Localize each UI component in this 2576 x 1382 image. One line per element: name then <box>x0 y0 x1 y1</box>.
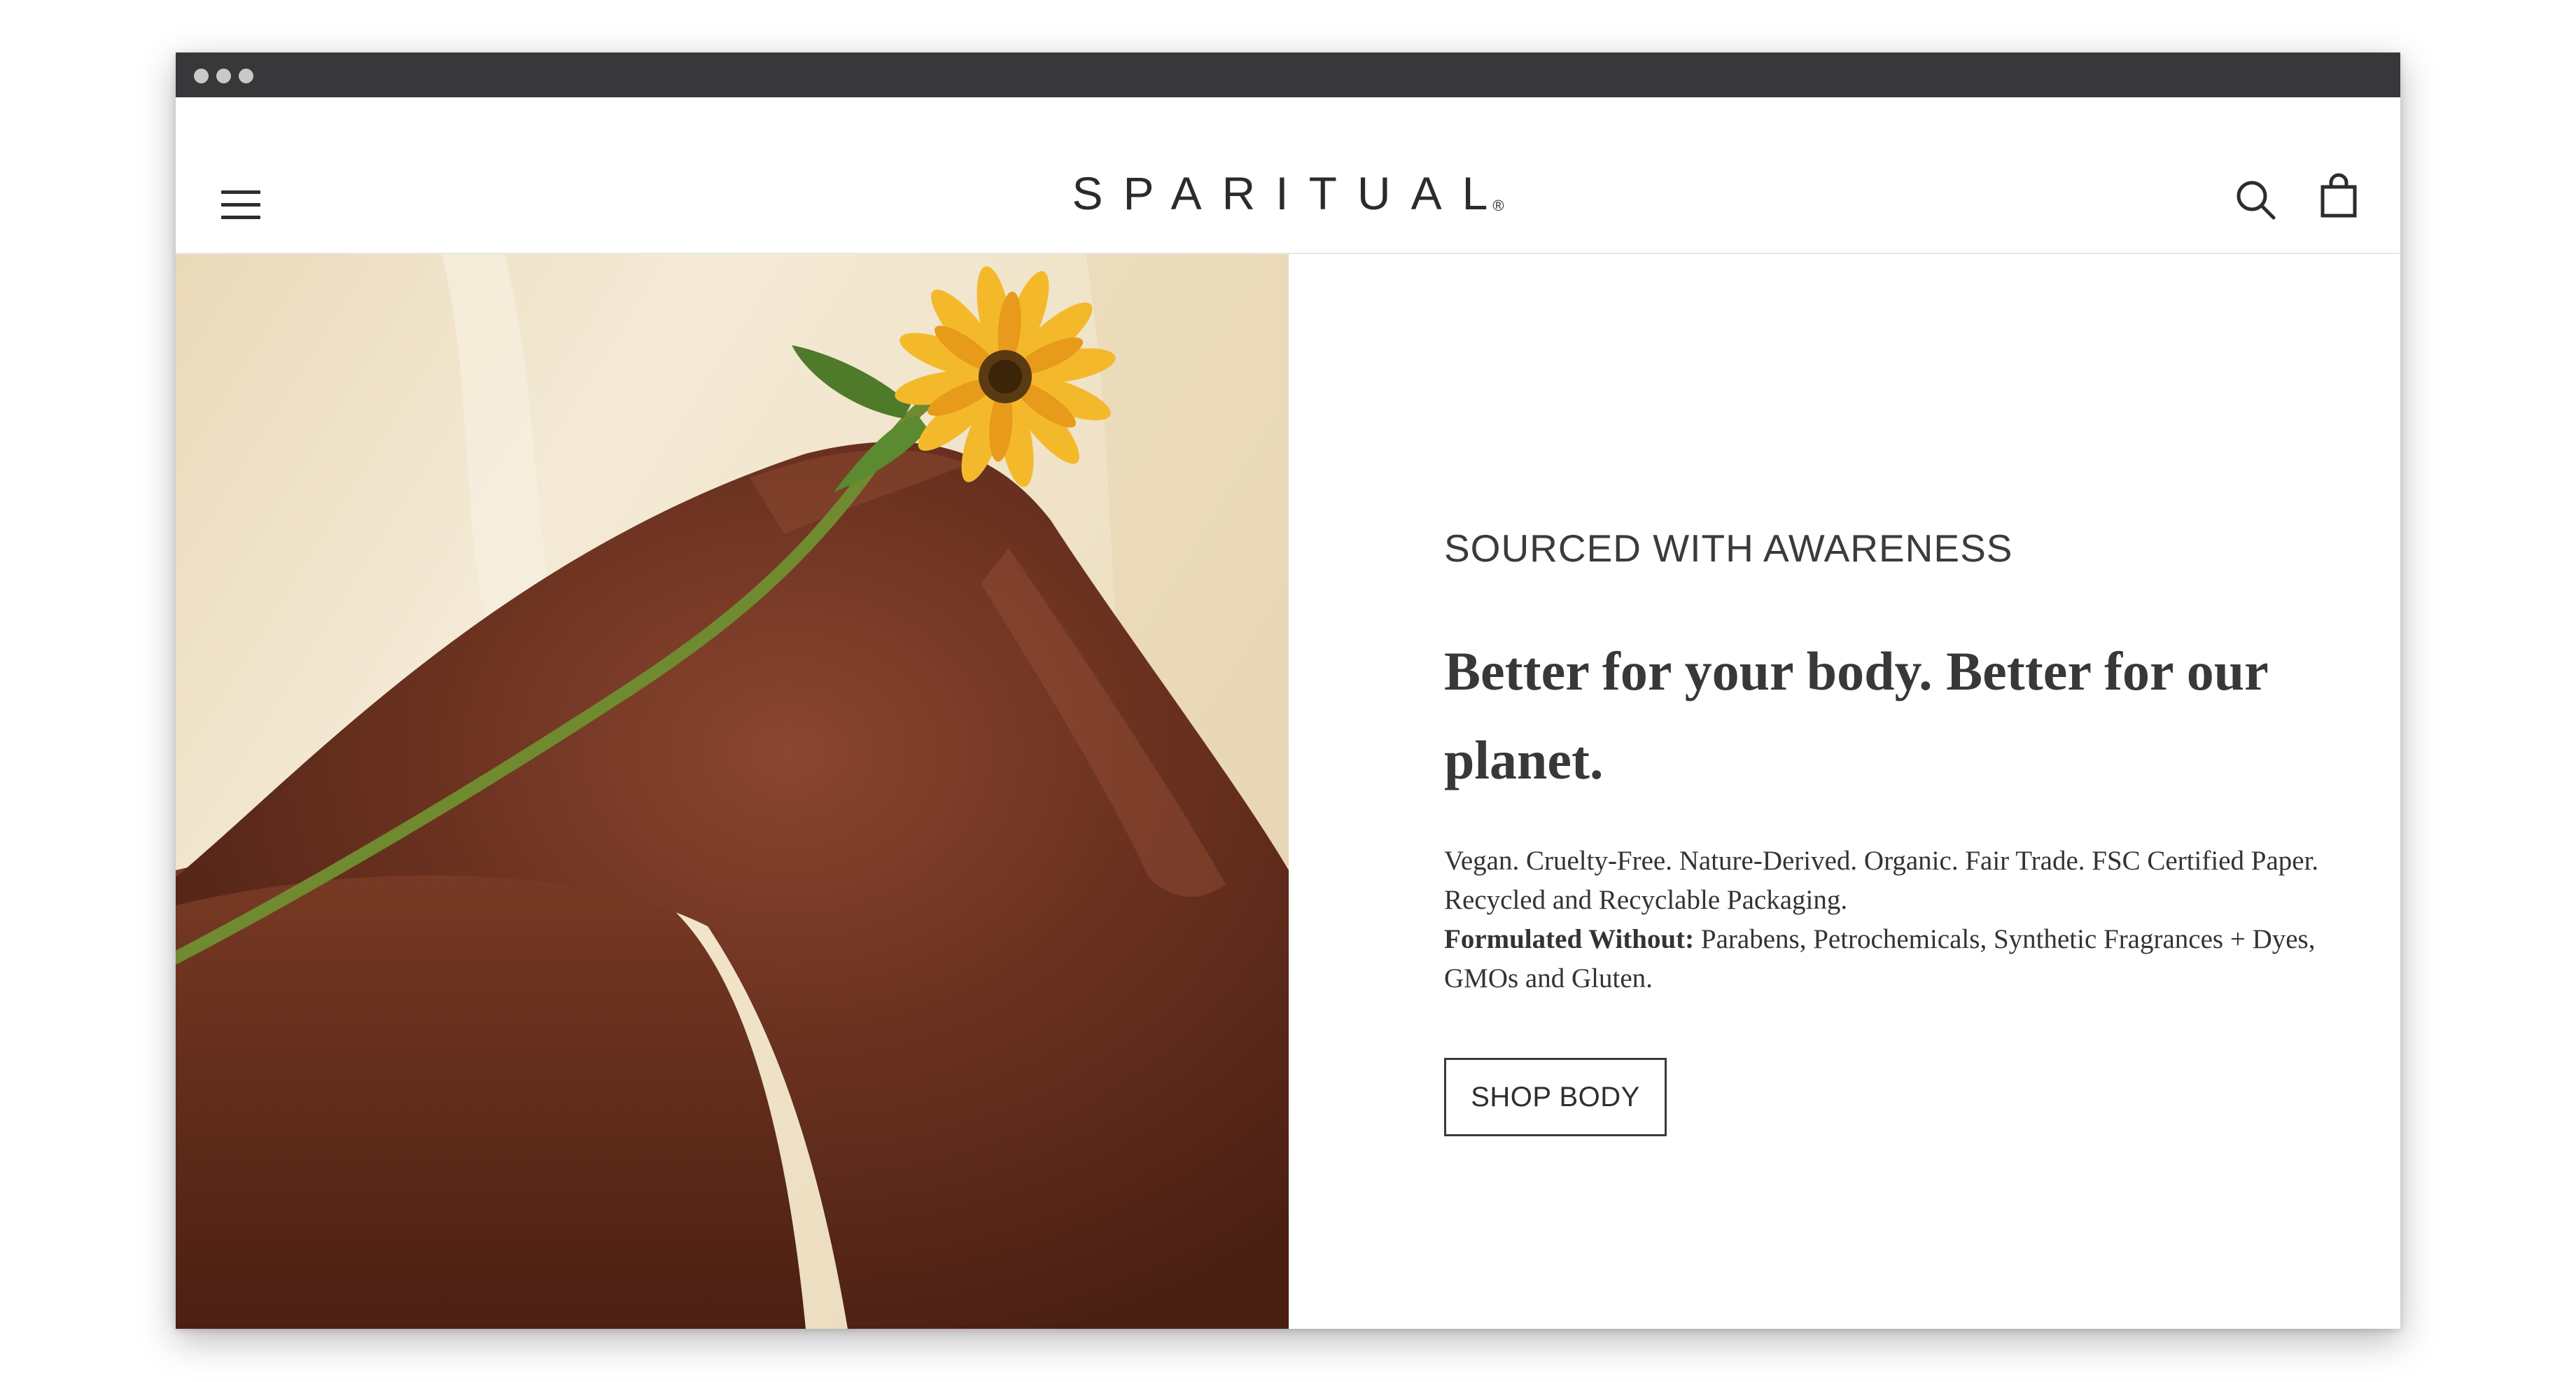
shop-body-button[interactable]: SHOP BODY <box>1444 1058 1667 1136</box>
logo-registered-mark: ® <box>1492 197 1504 214</box>
window-close-button[interactable] <box>194 69 209 83</box>
section-eyebrow: SOURCED WITH AWARENESS <box>1444 526 2013 570</box>
window-titlebar <box>176 53 2400 97</box>
window-minimize-button[interactable] <box>216 69 231 83</box>
logo-text: SPARITUAL <box>1072 167 1508 219</box>
search-icon[interactable] <box>2234 178 2277 221</box>
site-logo[interactable]: SPARITUAL® <box>176 170 2400 216</box>
formulated-without-label: Formulated Without: <box>1444 924 1695 954</box>
shopping-bag-icon[interactable] <box>2319 173 2358 218</box>
section-headline: Better for your body. Better for our pla… <box>1444 641 2268 790</box>
browser-window: SPARITUAL® SOURCED WITH AWARENESS Better… <box>176 53 2400 1329</box>
window-maximize-button[interactable] <box>239 69 253 83</box>
section-description: Vegan. Cruelty-Free. Nature-Derived. Org… <box>1444 842 2319 998</box>
promo-content: SOURCED WITH AWARENESS Better for your b… <box>1289 254 2400 1329</box>
site-header: SPARITUAL® <box>176 97 2400 254</box>
description-paragraph-1: Vegan. Cruelty-Free. Nature-Derived. Org… <box>1444 846 2319 915</box>
hero-image <box>176 254 1289 1329</box>
